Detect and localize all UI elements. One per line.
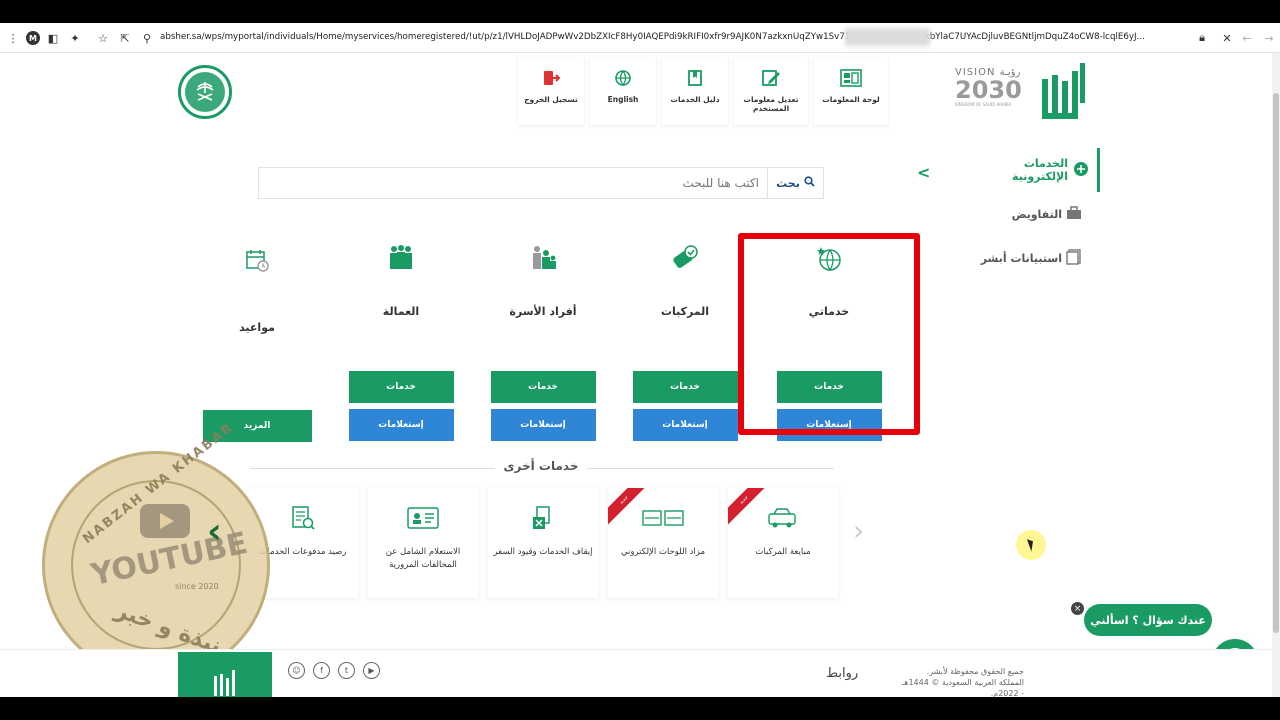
forward-arrow-icon[interactable]: → xyxy=(1262,31,1276,45)
social-links: ☺ f t ▶ xyxy=(288,662,380,679)
edit-icon xyxy=(760,67,782,89)
profile-avatar[interactable]: M xyxy=(26,31,40,45)
scrollbar[interactable] xyxy=(1272,53,1280,697)
other-services-title: خدمات أخرى xyxy=(495,459,587,473)
page-footer: ☺ f t ▶ روابط جميع الحقوق محفوظة لأبشر. … xyxy=(0,649,1280,697)
book-icon xyxy=(684,67,706,89)
service-traffic-violations[interactable]: الاستعلام الشامل عن المخالفات المرورية xyxy=(368,488,478,598)
calendar-icon xyxy=(198,233,316,273)
family-services-button[interactable]: خدمات xyxy=(490,371,596,403)
logout-button[interactable]: تسجيل الخروج xyxy=(518,57,584,125)
dashboard-icon xyxy=(840,67,862,89)
sidebar-item-surveys[interactable]: استبيانات أبشر xyxy=(970,236,1090,280)
footer-copyright: جميع الحقوق محفوظة لأبشر. المملكة العربي… xyxy=(901,667,1024,697)
logout-icon xyxy=(540,67,562,89)
e-services-icon xyxy=(1072,160,1090,181)
services-guide-button[interactable]: دليل الخدمات xyxy=(662,57,728,125)
vehicles-inquiries-button[interactable]: إستعلامات xyxy=(632,409,738,441)
browser-toolbar: ⋮ M ◧ ✦ ☆ ⇱ ⚲ absher.sa/wps/myportal/ind… xyxy=(0,23,1280,53)
vehicle-check-icon xyxy=(626,233,744,273)
browser-viewport: ⋮ M ◧ ✦ ☆ ⇱ ⚲ absher.sa/wps/myportal/ind… xyxy=(0,23,1280,697)
carousel-prev-arrow-icon[interactable]: ‹ xyxy=(207,511,222,552)
bookmark-star-icon[interactable]: ☆ xyxy=(96,31,110,45)
carousel-next-arrow-icon[interactable]: › xyxy=(853,514,864,547)
palm-swords-icon xyxy=(185,72,225,112)
mouse-cursor-highlight xyxy=(1016,530,1046,560)
video-letterbox-bottom xyxy=(0,697,1280,720)
family-icon xyxy=(484,233,602,273)
extensions-icon[interactable]: ✦ xyxy=(68,31,82,45)
chevron-left-icon[interactable]: < xyxy=(917,163,930,182)
search-icon xyxy=(804,176,815,190)
workers-services-button[interactable]: خدمات xyxy=(348,371,454,403)
globe-icon xyxy=(612,67,634,89)
card-title: المركبات xyxy=(660,305,710,318)
chat-prompt-button[interactable]: عندك سؤال ؟ اسألني xyxy=(1084,604,1212,636)
youtube-icon[interactable]: ▶ xyxy=(363,662,380,679)
video-letterbox-top xyxy=(0,0,1280,23)
id-card-icon xyxy=(368,498,478,538)
card-title: العمالة xyxy=(382,305,420,318)
sidebar-item-delegations[interactable]: التفاويض xyxy=(970,192,1090,236)
absher-logo[interactable] xyxy=(1040,61,1088,125)
service-stop-services[interactable]: إيقاف الخدمات وقيود السفر xyxy=(488,488,598,598)
workers-inquiries-button[interactable]: إستعلامات xyxy=(348,409,454,441)
sidebar-toggle-icon[interactable]: ◧ xyxy=(46,31,60,45)
card-workers: العمالة خدمات إستعلامات xyxy=(342,233,460,441)
menu-dots-icon[interactable]: ⋮ xyxy=(6,31,20,45)
card-vehicles: المركبات خدمات إستعلامات xyxy=(626,233,744,441)
card-family-members: أفراد الأسرة خدمات إستعلامات xyxy=(484,233,602,441)
url-redaction xyxy=(845,28,930,46)
english-language-button[interactable]: English xyxy=(590,57,656,125)
play-button-icon xyxy=(140,504,190,538)
service-plates-auction[interactable]: جديد مزاد اللوحات الإلكتروني xyxy=(608,488,718,598)
vision-2030-logo: VISION رؤيـة 2030 KINGDOM OF SAUDI ARABI… xyxy=(955,67,1022,107)
youtube-channel-watermark: NABZAH WA KHABAR YOUTUBE since 2020 نبذة… xyxy=(42,420,270,679)
sidebar-item-e-services[interactable]: الخدمات الإلكترونية xyxy=(970,148,1100,192)
stop-services-icon xyxy=(488,498,598,538)
search-bar: بحث xyxy=(258,167,824,199)
survey-icon xyxy=(1066,248,1082,268)
vehicles-services-button[interactable]: خدمات xyxy=(632,371,738,403)
snapchat-icon[interactable]: ☺ xyxy=(288,662,305,679)
card-appointments: مواعيد المزيد xyxy=(198,233,316,442)
edit-user-info-button[interactable]: تعديل معلومات المستخدم xyxy=(734,57,808,125)
close-icon[interactable]: ✕ xyxy=(1220,31,1234,45)
back-arrow-icon[interactable]: ← xyxy=(1240,31,1254,45)
facebook-icon[interactable]: f xyxy=(313,662,330,679)
card-title: مواعيد xyxy=(239,321,275,334)
family-inquiries-button[interactable]: إستعلامات xyxy=(490,409,596,441)
address-bar[interactable]: absher.sa/wps/myportal/individuals/Home/… xyxy=(160,32,1190,42)
workers-icon xyxy=(342,233,460,273)
absher-footer-logo xyxy=(178,652,272,697)
ministry-emblem-logo[interactable] xyxy=(178,65,232,119)
share-icon[interactable]: ⇱ xyxy=(118,31,132,45)
service-vehicle-sale[interactable]: جديد مبايعة المركبات xyxy=(728,488,838,598)
card-title: أفراد الأسرة xyxy=(509,305,577,318)
scrollbar-thumb[interactable] xyxy=(1273,93,1279,633)
dashboard-button[interactable]: لوحة المعلومات xyxy=(814,57,888,125)
red-highlight-box xyxy=(738,233,920,435)
search-button[interactable]: بحث xyxy=(767,168,823,198)
search-input[interactable] xyxy=(259,168,767,198)
lock-icon: 🔒︎ xyxy=(1199,31,1205,44)
briefcase-icon xyxy=(1066,205,1082,223)
site-info-icon[interactable]: ⚲ xyxy=(140,31,154,45)
header-actions: تسجيل الخروج English دليل الخدمات تعديل … xyxy=(518,57,888,125)
twitter-icon[interactable]: t xyxy=(338,662,355,679)
chat-close-icon[interactable]: × xyxy=(1071,602,1084,615)
services-sidebar: الخدمات الإلكترونية التفاويض استبيانات أ… xyxy=(970,148,1100,280)
footer-links-title: روابط xyxy=(826,666,859,681)
